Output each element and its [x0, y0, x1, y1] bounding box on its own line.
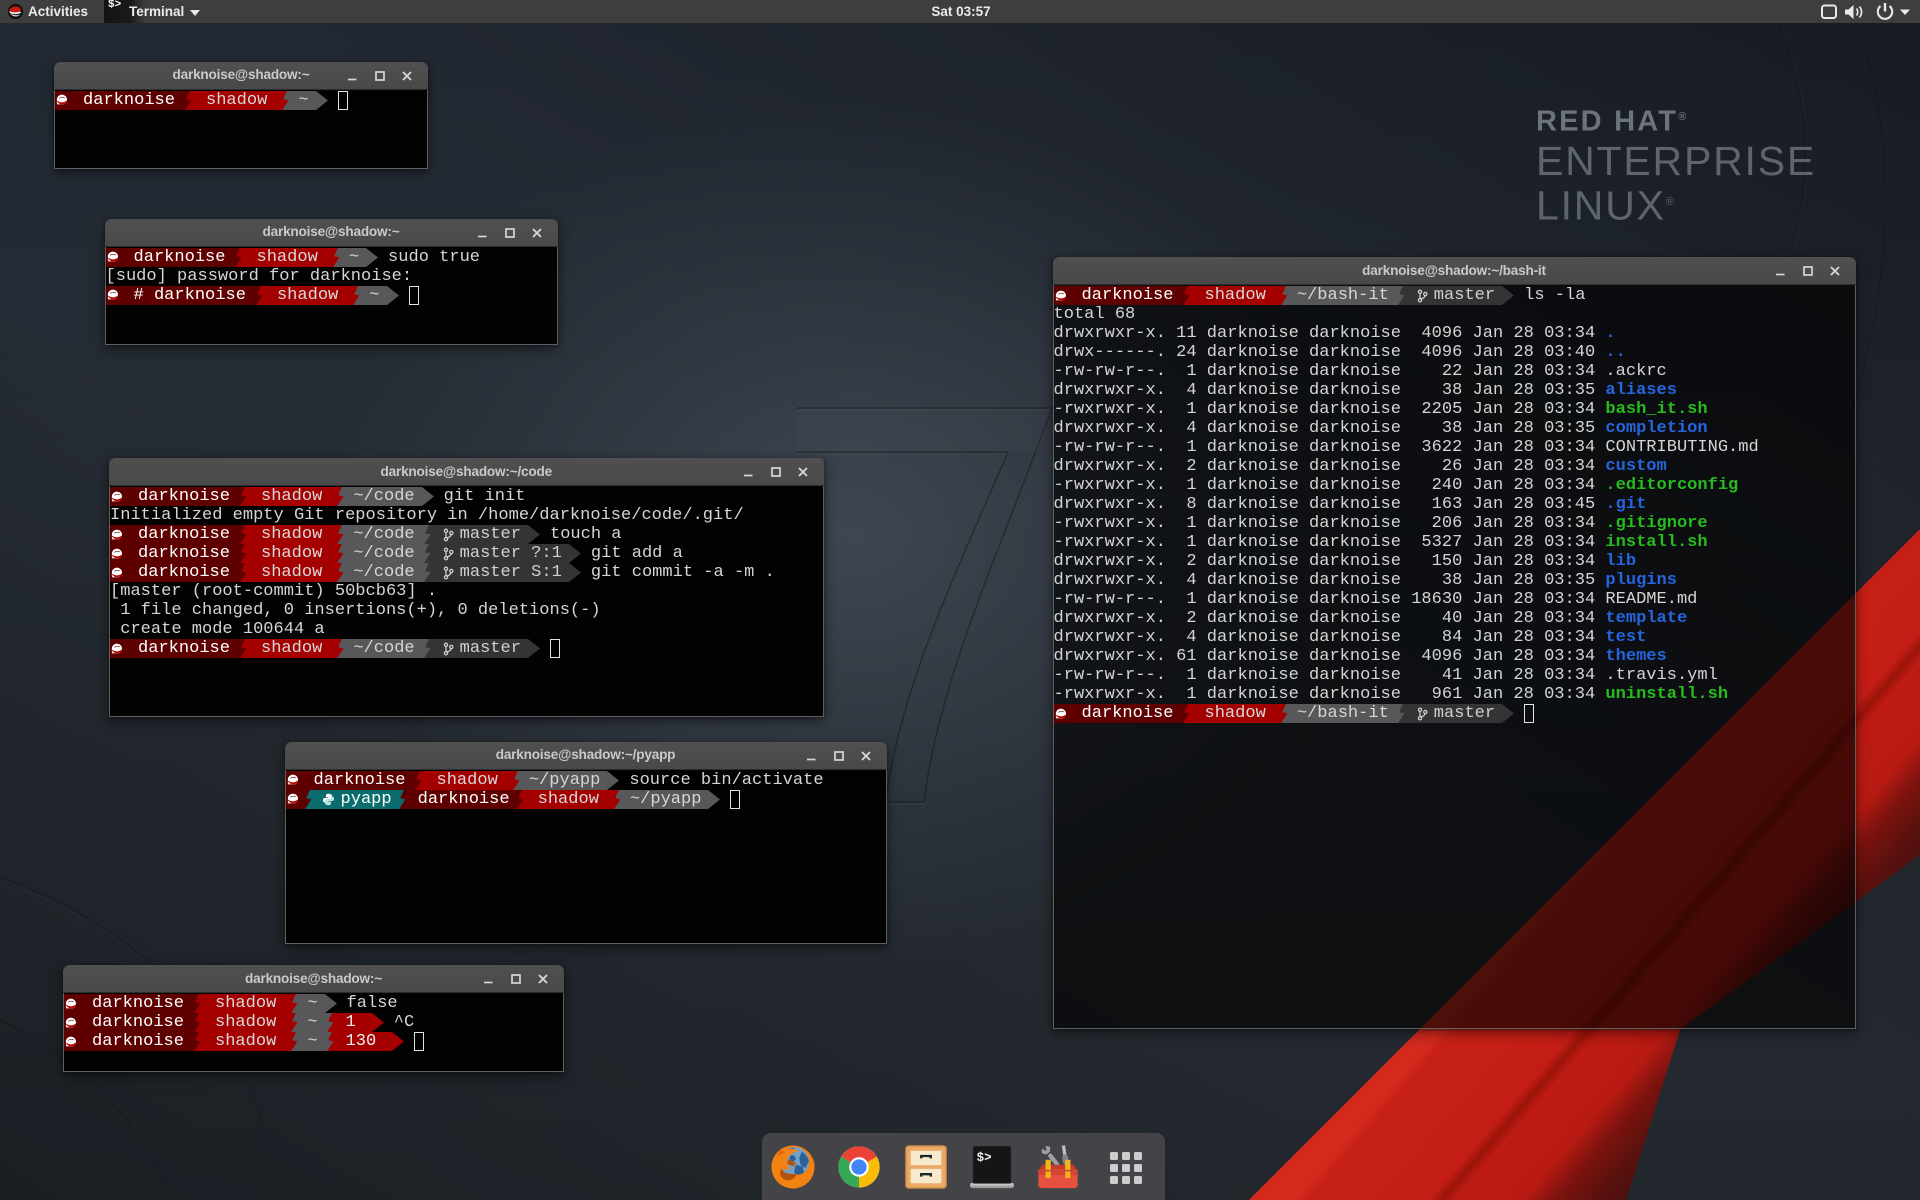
svg-text:$>: $> — [977, 1151, 992, 1165]
